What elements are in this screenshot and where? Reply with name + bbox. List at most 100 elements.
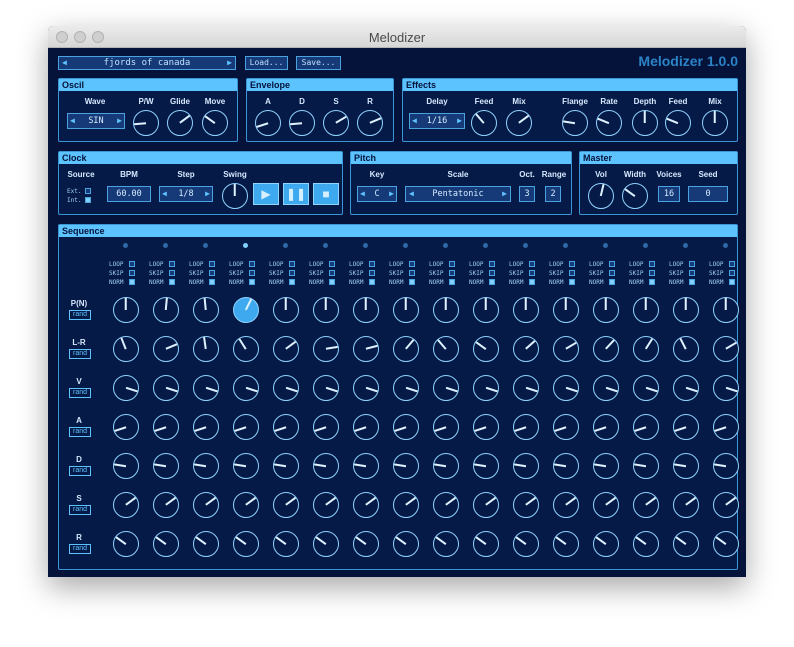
- step-knob[interactable]: [193, 375, 219, 401]
- step-knob[interactable]: [313, 297, 339, 323]
- step-skip-toggle[interactable]: [609, 270, 615, 276]
- step-knob[interactable]: [433, 336, 459, 362]
- step-knob[interactable]: [473, 336, 499, 362]
- delay-select[interactable]: ◀ 1/16 ▶: [409, 113, 465, 129]
- step-knob[interactable]: [233, 453, 259, 479]
- step-knob[interactable]: [713, 453, 739, 479]
- seed-field[interactable]: 0: [688, 186, 728, 202]
- step-knob[interactable]: [553, 297, 579, 323]
- step-knob[interactable]: [393, 297, 419, 323]
- step-knob[interactable]: [313, 492, 339, 518]
- step-loop-toggle[interactable]: [449, 261, 455, 267]
- step-knob[interactable]: [473, 414, 499, 440]
- step-knob[interactable]: [353, 414, 379, 440]
- step-skip-toggle[interactable]: [289, 270, 295, 276]
- step-knob[interactable]: [193, 453, 219, 479]
- ext-radio[interactable]: [85, 188, 91, 194]
- step-loop-toggle[interactable]: [689, 261, 695, 267]
- step-norm-toggle[interactable]: [169, 279, 175, 285]
- step-knob[interactable]: [633, 453, 659, 479]
- step-knob[interactable]: [513, 336, 539, 362]
- step-knob[interactable]: [113, 297, 139, 323]
- step-norm-toggle[interactable]: [569, 279, 575, 285]
- step-norm-toggle[interactable]: [529, 279, 535, 285]
- step-loop-toggle[interactable]: [369, 261, 375, 267]
- step-knob[interactable]: [593, 297, 619, 323]
- rand-button[interactable]: rand: [69, 310, 91, 320]
- depth-knob[interactable]: [632, 110, 658, 136]
- step-knob[interactable]: [393, 336, 419, 362]
- rand-button[interactable]: rand: [69, 349, 91, 359]
- scale-select[interactable]: ◀ Pentatonic ▶: [405, 186, 511, 202]
- env-s-knob[interactable]: [323, 110, 349, 136]
- step-knob[interactable]: [193, 492, 219, 518]
- step-knob[interactable]: [233, 297, 259, 323]
- step-knob[interactable]: [513, 453, 539, 479]
- step-knob[interactable]: [393, 453, 419, 479]
- step-knob[interactable]: [273, 336, 299, 362]
- pause-button[interactable]: ❚❚: [283, 183, 309, 205]
- step-knob[interactable]: [153, 531, 179, 557]
- chevron-right-icon[interactable]: ▶: [502, 187, 507, 201]
- step-skip-toggle[interactable]: [329, 270, 335, 276]
- step-knob[interactable]: [313, 453, 339, 479]
- step-knob[interactable]: [313, 336, 339, 362]
- step-knob[interactable]: [593, 414, 619, 440]
- step-loop-toggle[interactable]: [329, 261, 335, 267]
- step-skip-toggle[interactable]: [729, 270, 735, 276]
- step-knob[interactable]: [113, 492, 139, 518]
- step-norm-toggle[interactable]: [129, 279, 135, 285]
- flange-knob[interactable]: [562, 110, 588, 136]
- step-knob[interactable]: [633, 414, 659, 440]
- step-knob[interactable]: [473, 492, 499, 518]
- step-knob[interactable]: [233, 414, 259, 440]
- chevron-left-icon[interactable]: ◀: [409, 187, 414, 201]
- step-knob[interactable]: [353, 297, 379, 323]
- step-loop-toggle[interactable]: [209, 261, 215, 267]
- step-knob[interactable]: [513, 492, 539, 518]
- step-norm-toggle[interactable]: [329, 279, 335, 285]
- step-knob[interactable]: [553, 414, 579, 440]
- play-button[interactable]: ▶: [253, 183, 279, 205]
- chevron-left-icon[interactable]: ◀: [412, 114, 417, 128]
- step-knob[interactable]: [633, 375, 659, 401]
- step-knob[interactable]: [433, 492, 459, 518]
- step-norm-toggle[interactable]: [289, 279, 295, 285]
- voices-field[interactable]: 16: [658, 186, 680, 202]
- step-knob[interactable]: [593, 492, 619, 518]
- step-knob[interactable]: [233, 531, 259, 557]
- step-loop-toggle[interactable]: [249, 261, 255, 267]
- step-loop-toggle[interactable]: [289, 261, 295, 267]
- step-norm-toggle[interactable]: [489, 279, 495, 285]
- step-knob[interactable]: [473, 453, 499, 479]
- step-knob[interactable]: [713, 375, 739, 401]
- step-knob[interactable]: [353, 453, 379, 479]
- rand-button[interactable]: rand: [69, 466, 91, 476]
- step-knob[interactable]: [593, 375, 619, 401]
- step-knob[interactable]: [553, 531, 579, 557]
- bpm-field[interactable]: 60.00: [107, 186, 151, 202]
- step-knob[interactable]: [553, 336, 579, 362]
- preset-selector[interactable]: ◀ fjords of canada ▶: [58, 56, 236, 70]
- step-knob[interactable]: [153, 492, 179, 518]
- step-knob[interactable]: [113, 531, 139, 557]
- step-loop-toggle[interactable]: [529, 261, 535, 267]
- vol-knob[interactable]: [588, 183, 614, 209]
- step-skip-toggle[interactable]: [489, 270, 495, 276]
- step-knob[interactable]: [353, 375, 379, 401]
- pw-knob[interactable]: [133, 110, 159, 136]
- step-knob[interactable]: [633, 336, 659, 362]
- step-knob[interactable]: [433, 297, 459, 323]
- chevron-left-icon[interactable]: ◀: [162, 187, 167, 201]
- step-norm-toggle[interactable]: [409, 279, 415, 285]
- step-knob[interactable]: [153, 297, 179, 323]
- step-skip-toggle[interactable]: [169, 270, 175, 276]
- flange-feed-knob[interactable]: [665, 110, 691, 136]
- rand-button[interactable]: rand: [69, 388, 91, 398]
- step-select[interactable]: ◀ 1/8 ▶: [159, 186, 213, 202]
- step-skip-toggle[interactable]: [129, 270, 135, 276]
- step-skip-toggle[interactable]: [369, 270, 375, 276]
- step-loop-toggle[interactable]: [569, 261, 575, 267]
- step-knob[interactable]: [473, 531, 499, 557]
- step-skip-toggle[interactable]: [209, 270, 215, 276]
